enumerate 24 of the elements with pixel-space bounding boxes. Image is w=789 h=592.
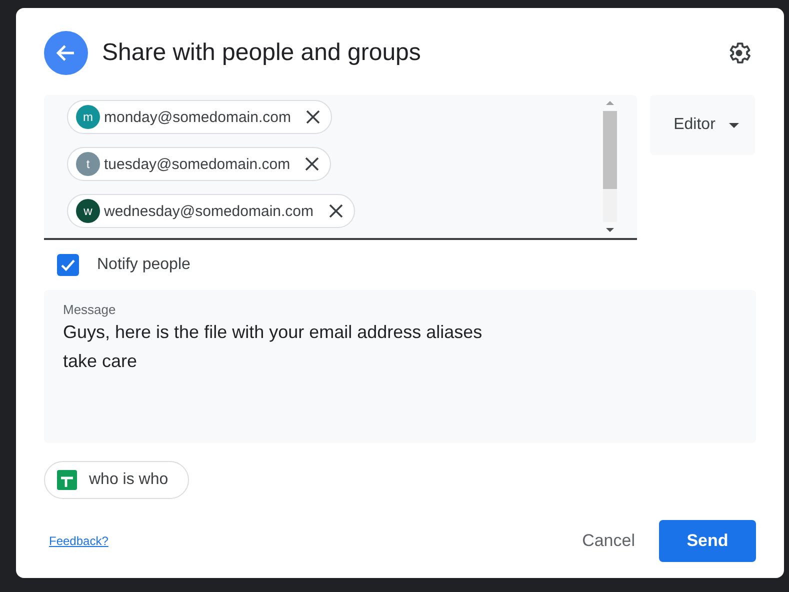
scrollbar-thumb[interactable] <box>603 111 617 189</box>
cancel-button[interactable]: Cancel <box>570 521 647 561</box>
message-text: Guys, here is the file with your email address aliases take care <box>63 321 484 373</box>
recipient-email: wednesday@somedomain.com <box>104 202 314 220</box>
feedback-link[interactable]: Feedback? <box>49 534 570 548</box>
caret-icon <box>729 122 740 128</box>
checkmark-icon <box>60 257 76 273</box>
file-chip[interactable]: who is who <box>44 461 190 499</box>
role-dropdown[interactable]: Editor <box>650 95 755 155</box>
send-button[interactable]: Send <box>659 520 756 562</box>
back-button[interactable] <box>44 31 88 75</box>
avatar-initial: m <box>76 105 100 129</box>
scroll-down-icon[interactable] <box>605 225 615 235</box>
spreadsheet-icon <box>57 470 77 490</box>
recipient-email: tuesday@somedomain.com <box>104 156 290 172</box>
notify-checkbox[interactable] <box>57 254 79 276</box>
avatar-initial: w <box>76 199 100 223</box>
dialog-title: Share with people and groups <box>102 39 422 67</box>
message-field[interactable]: Message Guys, here is the file with your email address aliases take care <box>44 290 756 443</box>
recipients-field[interactable]: m monday@somedomain.com t tuesday@somedomain.com w wednesday@somedomain.com <box>44 95 637 240</box>
recipient-email: monday@somedomain.com <box>104 108 291 126</box>
avatar-initial: t <box>76 152 100 176</box>
notify-label: Notify people <box>97 256 190 274</box>
message-label: Message <box>63 302 117 317</box>
